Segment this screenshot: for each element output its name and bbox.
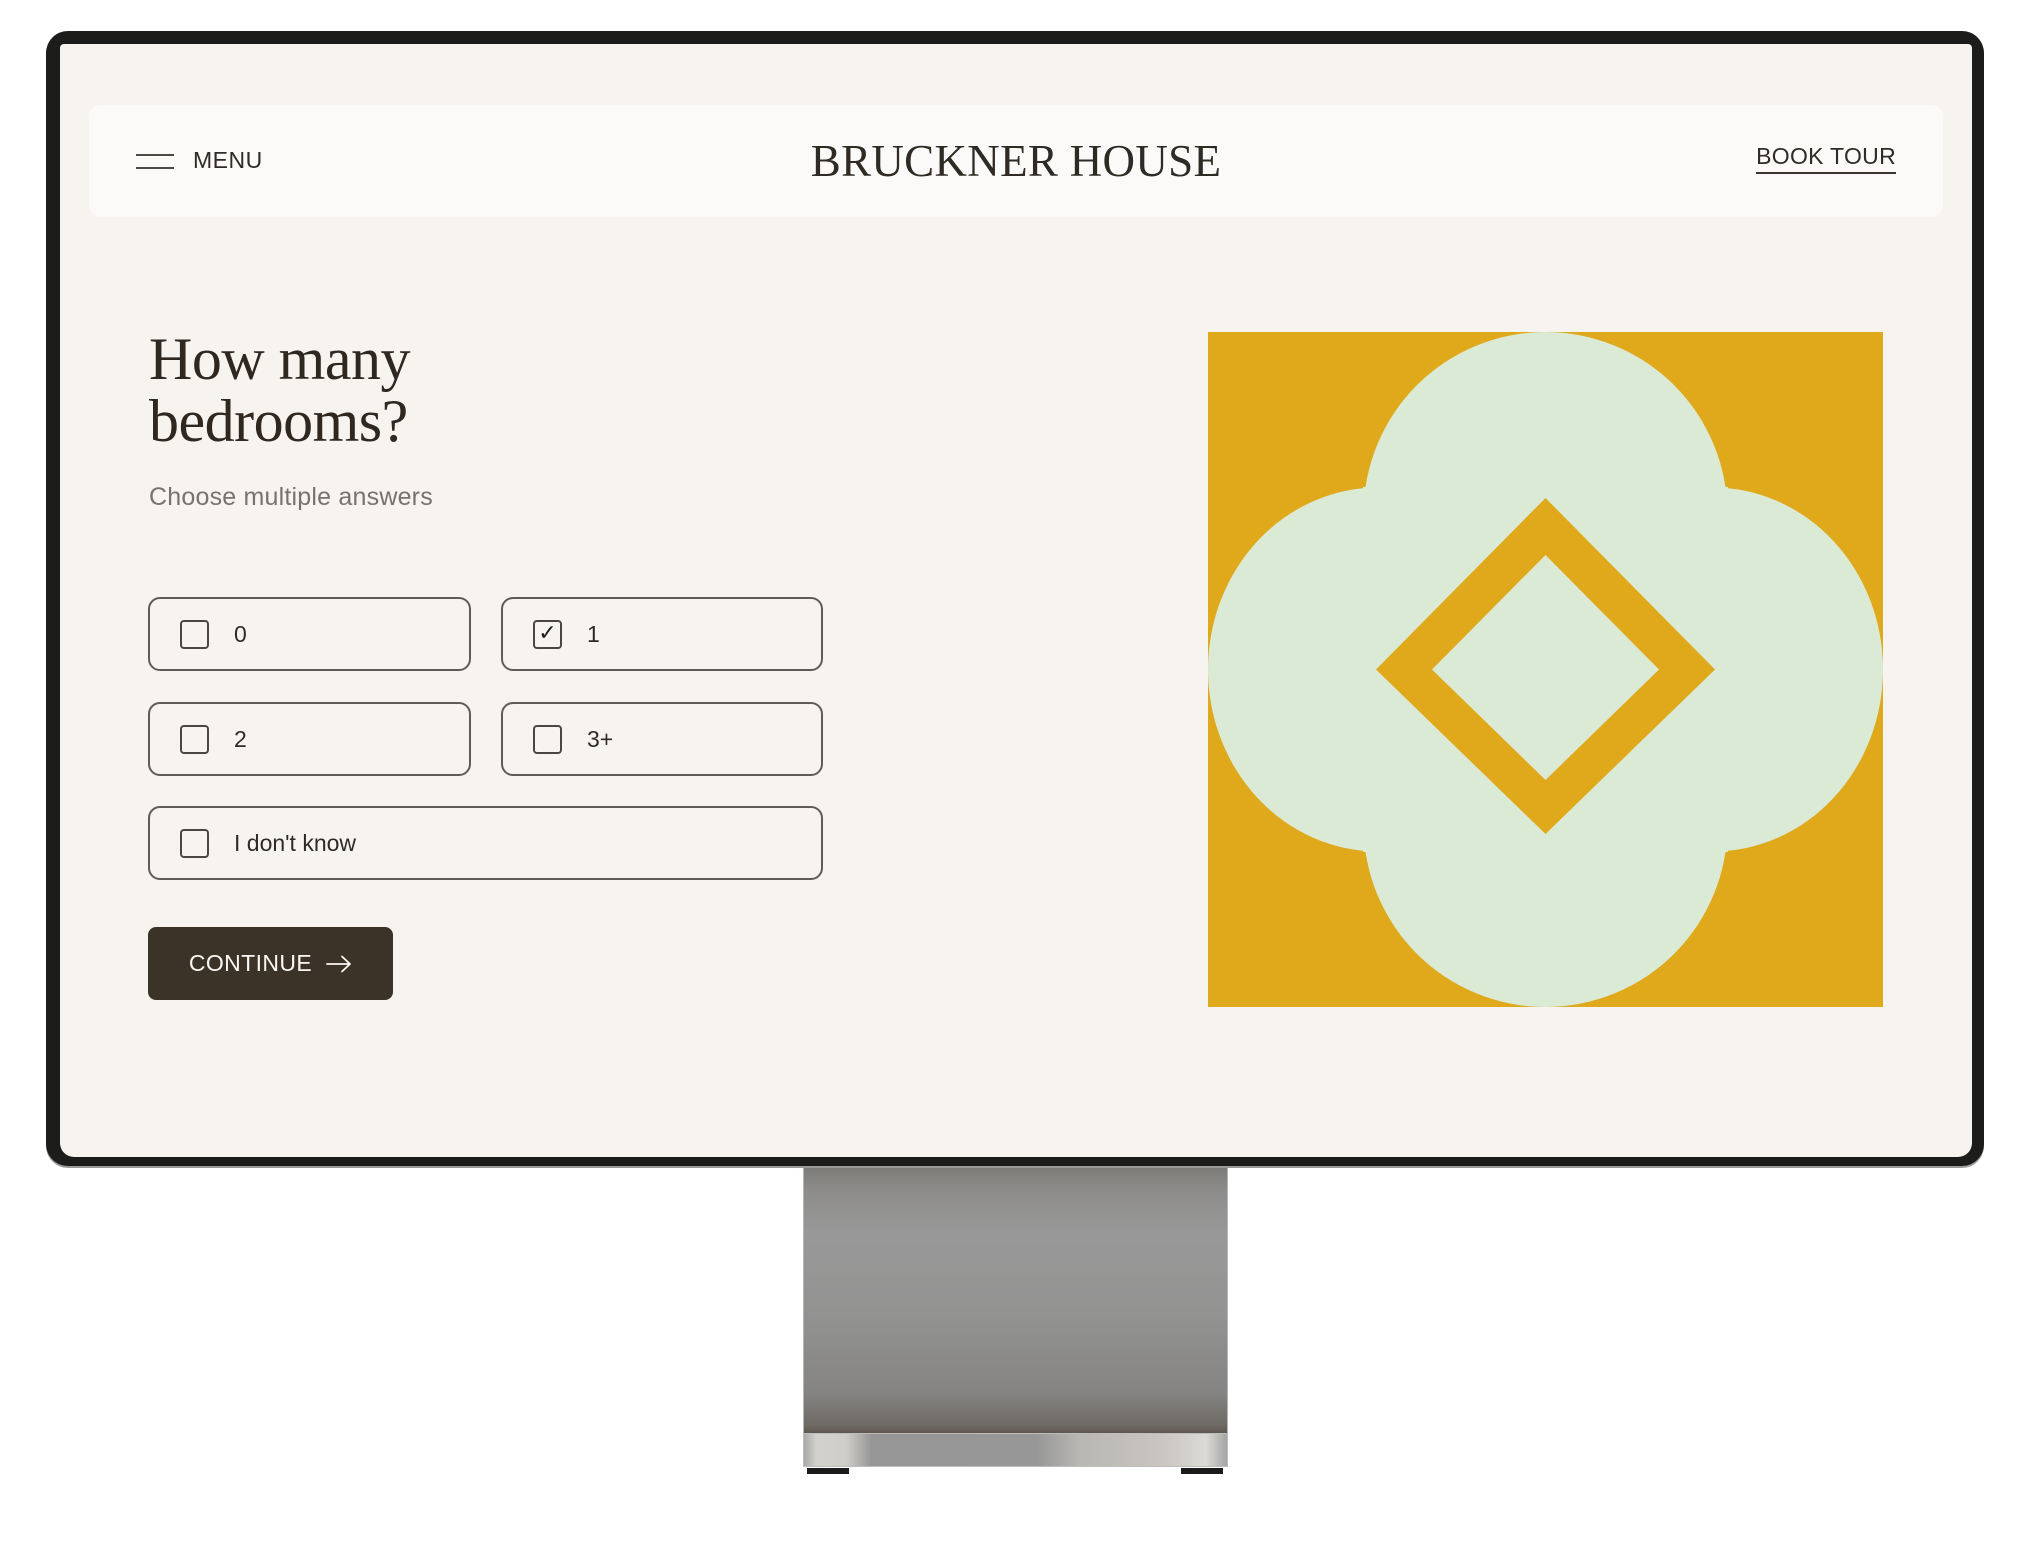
arrow-right-icon	[326, 955, 352, 972]
monitor-foot-left	[807, 1468, 849, 1474]
checkbox[interactable]	[180, 724, 209, 754]
site-header: MENU BRUCKNER HOUSE BOOK TOUR	[89, 105, 1943, 217]
question-title-line1: How many	[149, 326, 410, 392]
question-subtitle: Choose multiple answers	[149, 483, 433, 511]
option-0[interactable]: 0	[148, 597, 471, 671]
continue-button[interactable]: CONTINUE	[148, 927, 393, 1000]
screen: MENU BRUCKNER HOUSE BOOK TOUR How many b…	[60, 44, 1972, 1157]
option-dont-know[interactable]: I don't know	[148, 806, 823, 880]
option-1[interactable]: ✓ 1	[501, 597, 823, 671]
monitor-stand-base	[803, 1433, 1228, 1467]
checkbox[interactable]	[180, 619, 209, 649]
option-label: I don't know	[234, 829, 357, 856]
checkbox[interactable]	[180, 828, 209, 858]
continue-label: CONTINUE	[188, 950, 313, 976]
checkbox-checked[interactable]: ✓	[533, 619, 562, 649]
checkbox[interactable]	[533, 724, 562, 754]
check-icon: ✓	[538, 621, 557, 646]
option-label: 2	[234, 725, 247, 752]
question-title: How many bedrooms?	[149, 328, 410, 452]
book-tour-link[interactable]: BOOK TOUR	[1756, 143, 1896, 174]
monitor-foot-right	[1181, 1468, 1223, 1474]
question-title-line2: bedrooms?	[149, 388, 408, 454]
option-label: 1	[587, 620, 600, 647]
option-label: 3+	[587, 725, 614, 752]
option-label: 0	[234, 620, 247, 647]
decorative-illustration	[1208, 332, 1883, 1007]
option-3-plus[interactable]: 3+	[501, 702, 823, 776]
monitor-stand	[803, 1166, 1228, 1433]
brand-logo[interactable]: BRUCKNER HOUSE	[89, 133, 1943, 189]
option-2[interactable]: 2	[148, 702, 471, 776]
